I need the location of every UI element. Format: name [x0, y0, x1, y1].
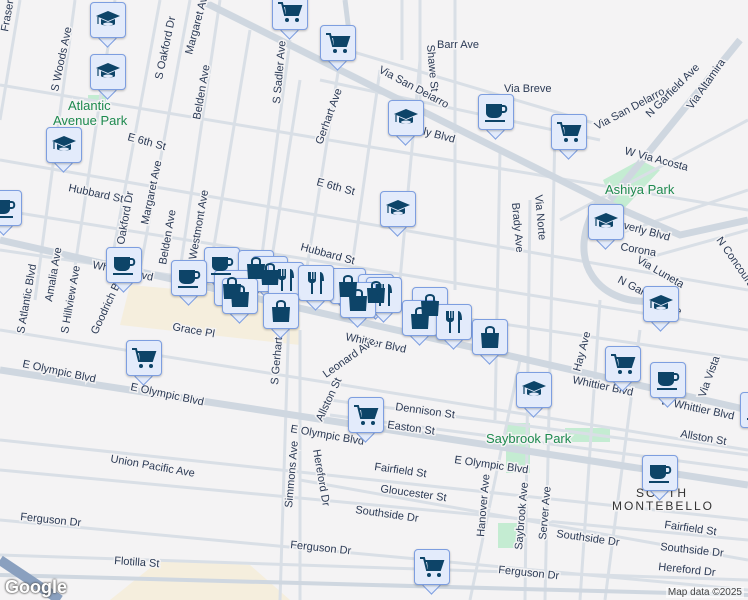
school-marker[interactable] — [516, 372, 552, 418]
cafe-marker[interactable] — [642, 455, 678, 501]
cafe-marker[interactable] — [171, 260, 207, 306]
shopping-bag-icon — [227, 283, 253, 309]
shopping-bag-icon — [407, 305, 433, 331]
store-marker[interactable] — [222, 278, 258, 324]
coffee-cup-icon — [483, 99, 509, 125]
coffee-cup-icon — [111, 252, 137, 278]
coffee-cup-icon — [655, 367, 681, 393]
shopping-bag-icon — [345, 287, 371, 313]
shopping-cart-icon — [277, 0, 303, 25]
fork-knife-icon — [371, 282, 397, 308]
school-marker[interactable] — [588, 204, 624, 250]
park-label: Saybrook Park — [486, 431, 572, 446]
school-icon — [393, 105, 419, 131]
restaurant-marker[interactable] — [436, 304, 472, 350]
cafe-marker[interactable] — [478, 94, 514, 140]
shopping-marker[interactable] — [605, 346, 641, 392]
school-icon — [521, 377, 547, 403]
coffee-cup-icon — [0, 195, 17, 221]
shopping-cart-icon — [610, 351, 636, 377]
store-marker[interactable] — [263, 293, 299, 339]
fork-knife-icon — [441, 309, 467, 335]
school-icon — [385, 196, 411, 222]
shopping-cart-icon — [419, 554, 445, 580]
school-icon — [648, 291, 674, 317]
map-attribution[interactable]: Map data ©2025 — [665, 587, 744, 598]
school-icon — [95, 59, 121, 85]
shopping-cart-icon — [556, 119, 582, 145]
google-logo[interactable]: Google — [5, 577, 67, 598]
shopping-marker[interactable] — [348, 397, 384, 443]
park-label: Ashiya Park — [605, 182, 675, 197]
store-marker[interactable] — [340, 282, 376, 328]
school-marker[interactable] — [90, 2, 126, 48]
store-marker[interactable] — [472, 319, 508, 365]
cafe-marker[interactable] — [740, 392, 748, 436]
shopping-cart-icon — [353, 402, 379, 428]
coffee-cup-icon — [647, 460, 673, 486]
coffee-cup-icon — [176, 265, 202, 291]
school-icon — [95, 7, 121, 33]
school-icon — [593, 209, 619, 235]
shopping-marker[interactable] — [320, 25, 356, 71]
shopping-cart-icon — [325, 30, 351, 56]
school-marker[interactable] — [643, 286, 679, 332]
shopping-marker[interactable] — [551, 114, 587, 160]
fork-knife-icon — [273, 267, 299, 293]
fork-knife-icon — [303, 270, 329, 296]
shopping-bag-icon — [477, 324, 503, 350]
school-marker[interactable] — [46, 127, 82, 173]
restaurant-marker[interactable] — [298, 265, 334, 311]
school-icon — [51, 132, 77, 158]
shopping-cart-icon — [131, 345, 157, 371]
street-label: Barr Ave — [437, 39, 479, 51]
school-marker[interactable] — [380, 191, 416, 237]
shopping-marker[interactable] — [414, 549, 450, 595]
cafe-marker[interactable] — [106, 247, 142, 293]
shopping-marker[interactable] — [272, 0, 308, 40]
school-marker[interactable] — [90, 54, 126, 100]
cafe-marker[interactable] — [0, 190, 22, 236]
school-marker[interactable] — [388, 100, 424, 146]
park-label: Avenue Park — [53, 113, 128, 128]
shopping-marker[interactable] — [126, 340, 162, 386]
park-label: Atlantic — [68, 98, 111, 113]
shopping-bag-icon — [268, 298, 294, 324]
area-label: MONTEBELLO — [612, 499, 714, 513]
store-marker[interactable] — [402, 300, 438, 346]
cafe-marker[interactable] — [650, 362, 686, 408]
